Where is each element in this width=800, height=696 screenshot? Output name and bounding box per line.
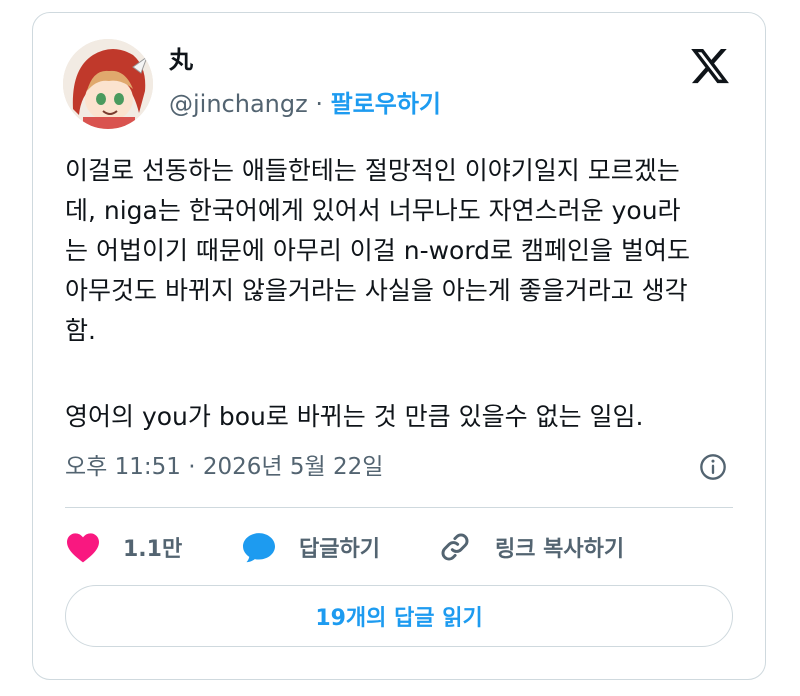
tweet-card: 丸 @jinchangz · 팔로우하기 이걸로 선동하는 애들한테는 절망적인… bbox=[32, 12, 766, 680]
author-name[interactable]: 丸 bbox=[169, 45, 193, 75]
follow-button[interactable]: 팔로우하기 bbox=[331, 90, 441, 118]
reply-button[interactable]: 답글하기 bbox=[241, 529, 380, 565]
reply-label: 답글하기 bbox=[299, 537, 380, 562]
tweet-text-paragraph-2: 영어의 you가 bou로 바뀌는 것 만큼 있을수 없는 일임. bbox=[65, 402, 644, 431]
speech-bubble-icon bbox=[243, 533, 275, 563]
avatar-illustration bbox=[63, 39, 153, 129]
avatar[interactable] bbox=[63, 39, 153, 129]
like-button[interactable]: 1.1만 bbox=[65, 529, 182, 565]
info-icon[interactable] bbox=[699, 453, 727, 481]
x-logo-icon[interactable] bbox=[689, 45, 731, 87]
copy-link-label: 링크 복사하기 bbox=[495, 537, 625, 562]
divider bbox=[65, 507, 733, 508]
tweet-text-paragraph-1: 이걸로 선동하는 애들한테는 절망적인 이야기일지 모르겠는 데, niga는 … bbox=[65, 156, 690, 345]
link-icon bbox=[441, 533, 469, 561]
handle-separator: · bbox=[307, 90, 331, 118]
author-handle-row: @jinchangz · 팔로우하기 bbox=[169, 89, 441, 119]
author-handle[interactable]: @jinchangz bbox=[169, 90, 308, 118]
like-count: 1.1만 bbox=[123, 537, 183, 562]
read-replies-button[interactable]: 19개의 답글 읽기 bbox=[65, 585, 733, 647]
tweet-timestamp[interactable]: 오후 11:51 · 2026년 5월 22일 bbox=[65, 451, 383, 483]
copy-link-button[interactable]: 링크 복사하기 bbox=[437, 529, 624, 565]
heart-icon bbox=[67, 533, 99, 563]
